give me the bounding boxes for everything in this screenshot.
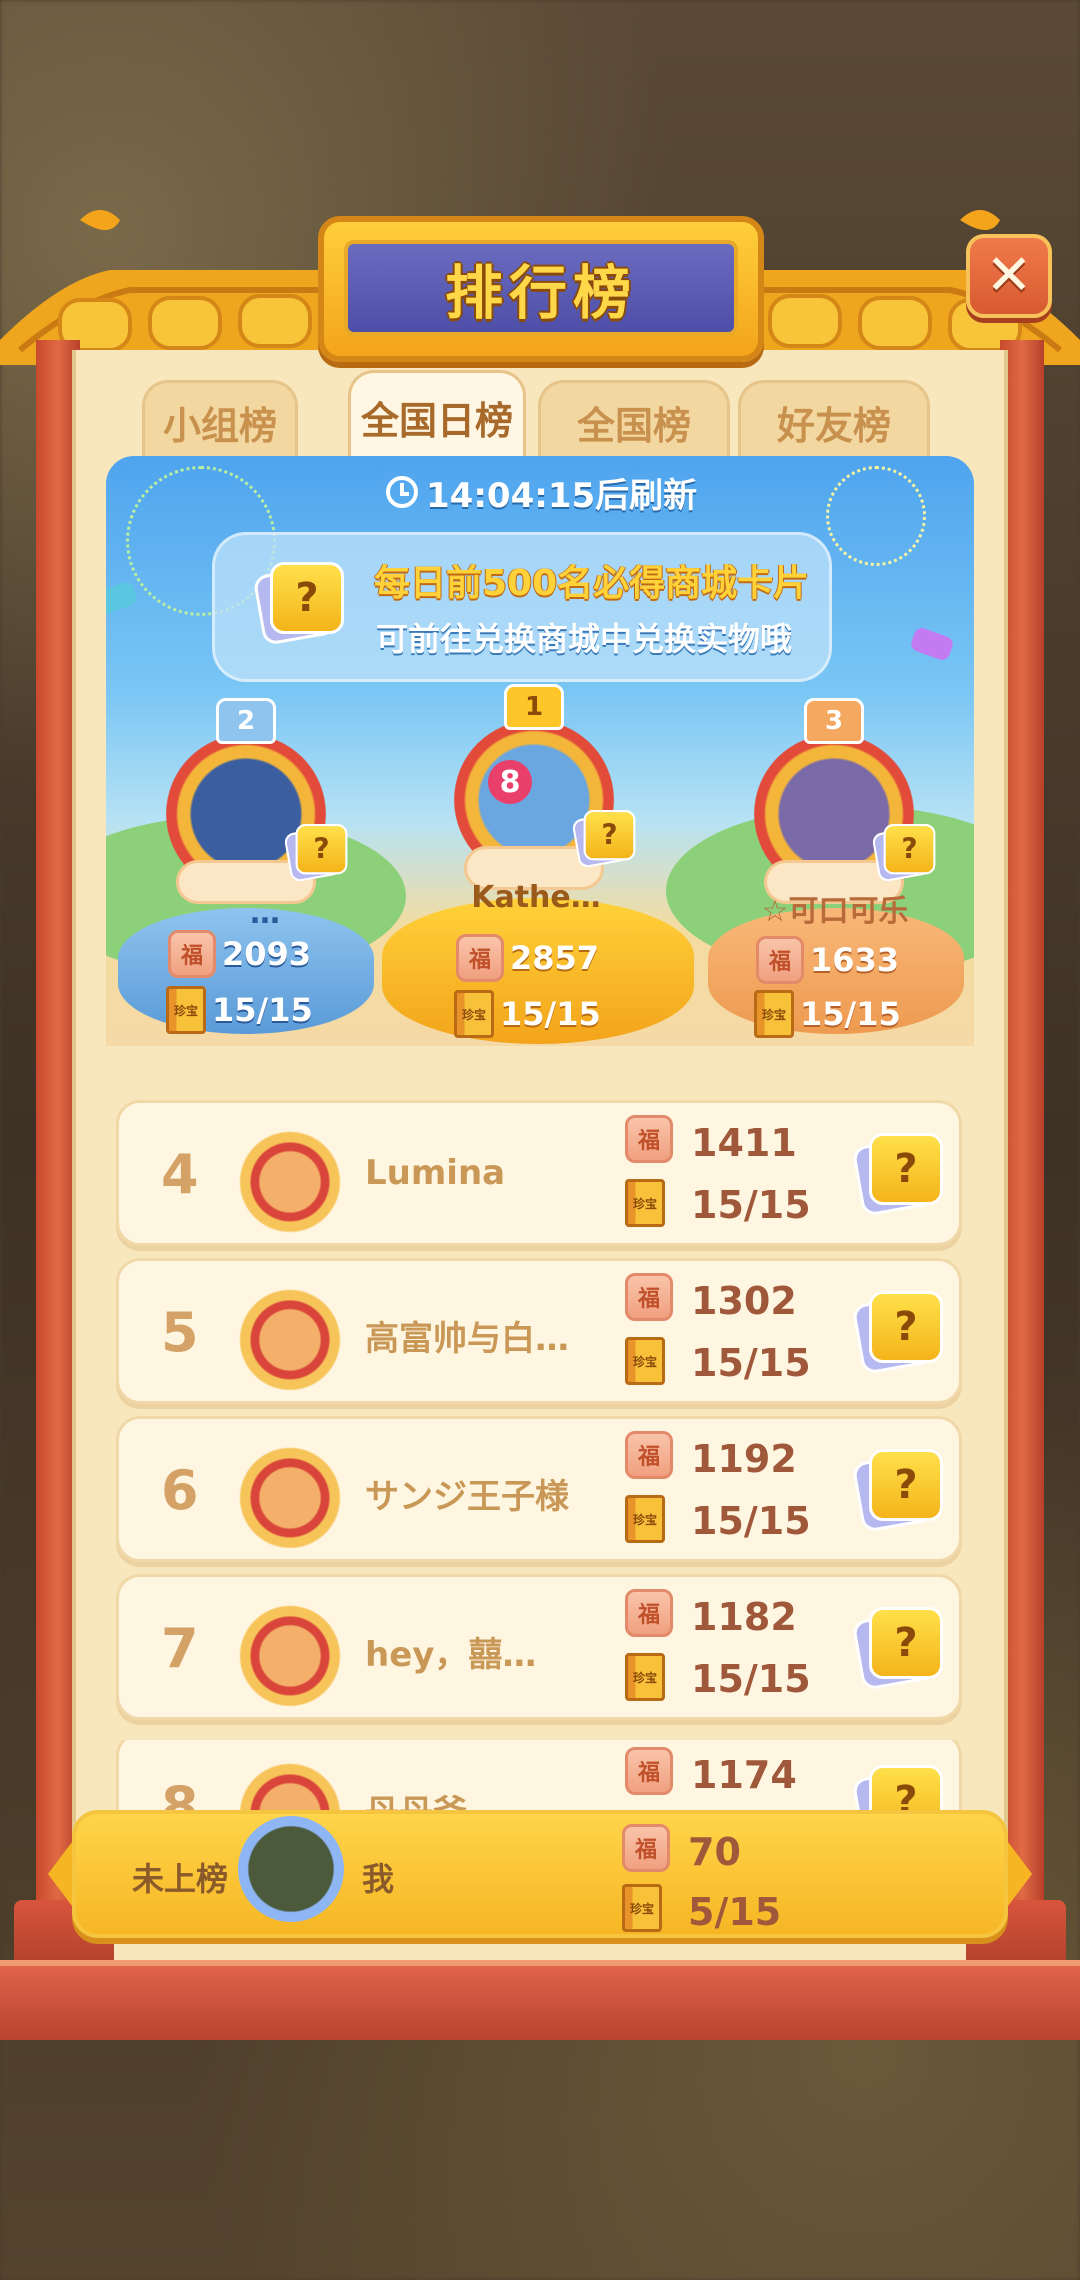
player-name: サンジ王子様	[365, 1477, 569, 1517]
list-item[interactable]: 5 高富帅与白… 福 1302 珍宝 15/15 ?	[116, 1258, 962, 1404]
rank-crown-1: 1	[504, 684, 564, 730]
treasure-book-icon: 珍宝	[166, 986, 206, 1034]
avatar	[231, 1275, 349, 1393]
my-name: 我	[362, 1860, 395, 1898]
progress-value: 15/15	[691, 1341, 811, 1385]
mall-card-icon: ?	[851, 1449, 945, 1533]
podium-name-2: …	[250, 896, 280, 931]
podium-second-avatar[interactable]: 2 ?	[156, 698, 348, 904]
fu-token-icon: 福	[625, 1115, 673, 1163]
list-item[interactable]: 4 Lumina 福 1411 珍宝 15/15 ?	[116, 1100, 962, 1246]
fu-token-icon: 福	[625, 1273, 673, 1321]
score-value: 1633	[810, 941, 900, 979]
page-title: 排行榜	[444, 259, 637, 327]
tab-label: 小组榜	[162, 404, 277, 448]
avatar	[238, 1816, 344, 1922]
confetti-decoration	[106, 579, 139, 617]
treasure-book-icon: 珍宝	[754, 990, 794, 1038]
score-value: 2857	[510, 939, 600, 977]
treasure-book-icon: 珍宝	[625, 1495, 665, 1543]
podium-score-1: 福 2857	[456, 934, 599, 982]
fu-token-icon: 福	[456, 934, 504, 982]
podium-name-3: ☆可口可乐	[761, 894, 909, 929]
score-value: 1302	[691, 1279, 797, 1323]
rank-number: 7	[161, 1617, 199, 1680]
fu-token-icon: 福	[625, 1747, 673, 1795]
level-badge: 8	[488, 760, 532, 804]
player-name: 高富帅与白…	[365, 1319, 569, 1359]
podium-score-2: 福 2093	[168, 930, 311, 978]
player-name: hey，囍…	[365, 1635, 537, 1675]
progress-value: 15/15	[212, 991, 313, 1029]
treasure-book-icon: 珍宝	[625, 1179, 665, 1227]
list-item[interactable]: 6 サンジ王子様 福 1192 珍宝 15/15 ?	[116, 1416, 962, 1562]
rank-crown-2: 2	[216, 698, 276, 744]
tab-label: 全国榜	[576, 404, 691, 448]
mall-card-icon: ?	[871, 824, 937, 883]
rank-number: 6	[161, 1459, 199, 1522]
treasure-book-icon: 珍宝	[625, 1337, 665, 1385]
progress-value: 15/15	[800, 995, 901, 1033]
mall-card-icon: ?	[571, 810, 637, 869]
treasure-book-icon: 珍宝	[454, 990, 494, 1038]
rank-number: 4	[161, 1143, 199, 1206]
tab-group[interactable]: 小组榜	[142, 380, 298, 462]
podium-name-1: Kathe…	[471, 880, 601, 915]
tab-national[interactable]: 全国榜	[538, 380, 730, 462]
mall-card-icon: ?	[283, 824, 349, 883]
mall-card-icon: ?	[851, 1291, 945, 1375]
frame-base	[0, 1960, 1080, 2040]
progress-value: 15/15	[500, 995, 601, 1033]
treasure-book-icon: 珍宝	[625, 1653, 665, 1701]
title-plaque: 排行榜	[318, 216, 764, 362]
avatar	[231, 1117, 349, 1235]
mall-card-icon: ?	[851, 1607, 945, 1691]
mall-card-icon: ?	[851, 1133, 945, 1217]
my-rank-status: 未上榜	[132, 1860, 229, 1898]
tab-label: 全国日榜	[360, 399, 513, 443]
refresh-timer: 14:04:15后刷新	[386, 466, 697, 518]
podium-progress-3: 珍宝 15/15	[754, 990, 901, 1038]
fu-token-icon: 福	[622, 1824, 670, 1872]
score-value: 1411	[691, 1121, 797, 1165]
fu-token-icon: 福	[168, 930, 216, 978]
progress-value: 15/15	[691, 1183, 811, 1227]
fu-token-icon: 福	[625, 1431, 673, 1479]
close-button[interactable]: ✕	[966, 234, 1052, 318]
confetti-decoration	[909, 625, 955, 663]
firework-decoration	[826, 466, 926, 566]
podium-score-3: 福 1633	[756, 936, 899, 984]
fu-token-icon: 福	[756, 936, 804, 984]
avatar	[231, 1433, 349, 1551]
podium-progress-1: 珍宝 15/15	[454, 990, 601, 1038]
player-name: Lumina	[365, 1153, 506, 1193]
tab-friends[interactable]: 好友榜	[738, 380, 930, 462]
score-value: 2093	[222, 935, 312, 973]
rank-number: 5	[161, 1301, 199, 1364]
score-value: 1182	[691, 1595, 797, 1639]
clock-icon	[386, 476, 418, 508]
progress-value: 15/15	[691, 1657, 811, 1701]
reward-line-2: 可前往兑换商城中兑换实物哦	[376, 620, 793, 658]
refresh-text: 14:04:15后刷新	[426, 475, 698, 516]
avatar	[231, 1591, 349, 1709]
podium-third-avatar[interactable]: 3 ?	[744, 698, 936, 904]
rank-crown-3: 3	[804, 698, 864, 744]
score-value: 1192	[691, 1437, 797, 1481]
list-item[interactable]: 7 hey，囍… 福 1182 珍宝 15/15 ?	[116, 1574, 962, 1720]
close-icon: ✕	[985, 243, 1033, 308]
tab-national-daily[interactable]: 全国日榜	[348, 370, 526, 462]
my-score: 70	[688, 1830, 741, 1874]
progress-value: 15/15	[691, 1499, 811, 1543]
podium-first-avatar[interactable]: 1 8 ?	[444, 684, 636, 890]
my-progress: 5/15	[688, 1890, 782, 1934]
score-value: 1174	[691, 1753, 797, 1797]
my-rank-bar[interactable]: 未上榜 我 福 70 珍宝 5/15	[48, 1810, 1032, 1940]
fu-token-icon: 福	[625, 1589, 673, 1637]
mall-card-icon: ?	[252, 562, 346, 646]
reward-line-1: 每日前500名必得商城卡片	[374, 563, 810, 604]
podium-progress-2: 珍宝 15/15	[166, 986, 313, 1034]
tab-label: 好友榜	[776, 404, 891, 448]
treasure-book-icon: 珍宝	[622, 1884, 662, 1932]
